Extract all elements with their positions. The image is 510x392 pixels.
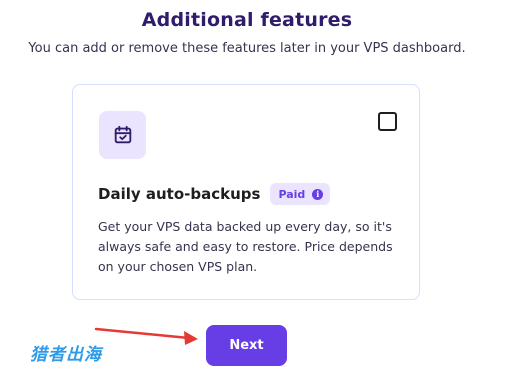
calendar-check-icon [114, 125, 131, 144]
additional-features-page: Additional features You can add or remov… [0, 0, 510, 392]
feature-card-daily-backups[interactable]: Daily auto-backups Paid i Get your VPS d… [72, 84, 420, 300]
paid-badge: Paid i [270, 183, 331, 205]
annotation-arrow-icon [94, 327, 198, 345]
paid-badge-label: Paid [278, 187, 306, 201]
watermark-logo: 猎者出海 [30, 345, 102, 365]
info-icon[interactable]: i [312, 188, 324, 200]
feature-icon-tile [99, 111, 146, 159]
feature-checkbox[interactable] [378, 112, 397, 131]
page-subtitle: You can add or remove these features lat… [28, 41, 466, 56]
page-title: Additional features [141, 9, 353, 31]
feature-heading-row: Daily auto-backups Paid i [98, 183, 331, 205]
next-button[interactable]: Next [206, 325, 287, 366]
feature-description: Get your VPS data backed up every day, s… [98, 219, 393, 274]
feature-name: Daily auto-backups [98, 185, 261, 203]
